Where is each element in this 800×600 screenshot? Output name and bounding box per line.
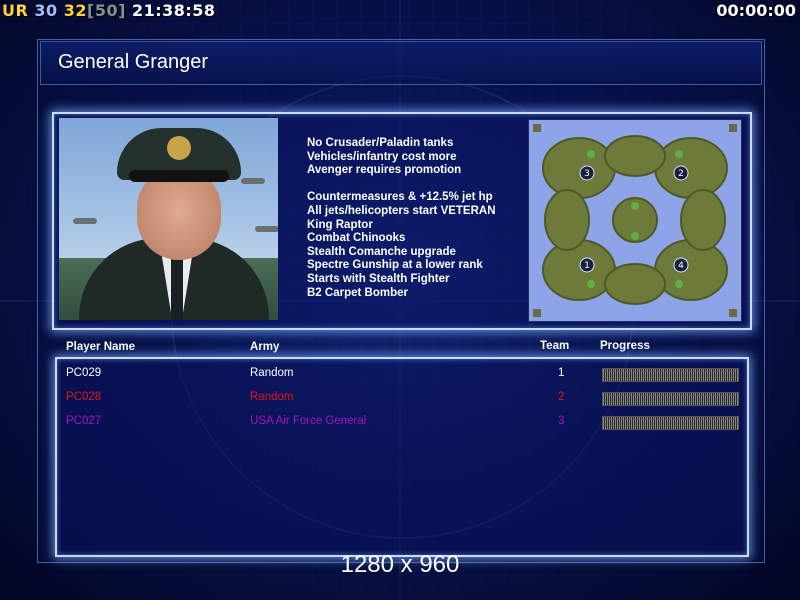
team-cell: 2 (558, 391, 565, 403)
team-cell: 3 (558, 415, 565, 427)
army-cell: Random (250, 367, 294, 379)
hud-value-c: [50] (87, 1, 126, 20)
feature-line: Stealth Comanche upgrade (307, 245, 456, 258)
player-list (55, 357, 749, 557)
general-features-list: No Crusader/Paladin tanks Vehicles/infant… (307, 137, 496, 300)
feature-line: Avenger requires promotion (307, 164, 462, 177)
team-cell: 1 (558, 367, 565, 379)
player-row[interactable]: PC028 Random 2 (0, 389, 800, 407)
hud-value-a: 30 (34, 1, 58, 20)
player-name-cell: PC027 (66, 415, 102, 427)
player-name-cell: PC028 (66, 391, 102, 403)
feature-line: Spectre Gunship at a lower rank (307, 259, 483, 272)
army-cell: USA Air Force General (250, 415, 367, 427)
start-position-3: 3 (584, 169, 590, 179)
feature-line: Combat Chinooks (307, 232, 406, 245)
feature-line: No Crusader/Paladin tanks (307, 137, 454, 149)
header-army: Army (250, 341, 280, 353)
hud-timer: 00:00:00 (716, 1, 796, 20)
hud-value-b: 32 (63, 1, 87, 20)
player-name-cell: PC029 (66, 367, 102, 379)
hud-ur-label: UR (2, 1, 29, 20)
player-row[interactable]: PC029 Random 1 (0, 365, 800, 383)
feature-line: Countermeasures & +12.5% jet hp (307, 191, 493, 204)
minimap[interactable]: 3 2 1 4 (528, 119, 742, 322)
hud-clock: 21:38:58 (131, 1, 216, 20)
start-position-1: 1 (584, 261, 590, 271)
feature-line: B2 Carpet Bomber (307, 286, 408, 299)
feature-line: All jets/helicopters start VETERAN (307, 204, 496, 217)
progress-bar (602, 416, 739, 430)
player-row[interactable]: PC027 USA Air Force General 3 (0, 413, 800, 431)
page-title: General Granger (58, 51, 209, 73)
feature-line: Vehicles/infantry cost more (307, 150, 457, 163)
feature-line: King Raptor (307, 218, 373, 231)
general-portrait (59, 118, 278, 320)
progress-bar (602, 392, 739, 406)
army-cell: Random (250, 391, 294, 403)
header-team: Team (540, 340, 570, 352)
feature-line (307, 178, 496, 192)
header-progress: Progress (600, 340, 650, 352)
progress-bar (602, 368, 739, 382)
resolution-label: 1280 x 960 (340, 551, 460, 578)
header-player-name: Player Name (66, 341, 136, 353)
start-position-4: 4 (678, 261, 684, 271)
start-position-2: 2 (678, 169, 684, 179)
feature-line: Starts with Stealth Fighter (307, 272, 450, 285)
hud-stats: UR 30 32[50] 21:38:58 (2, 1, 216, 20)
